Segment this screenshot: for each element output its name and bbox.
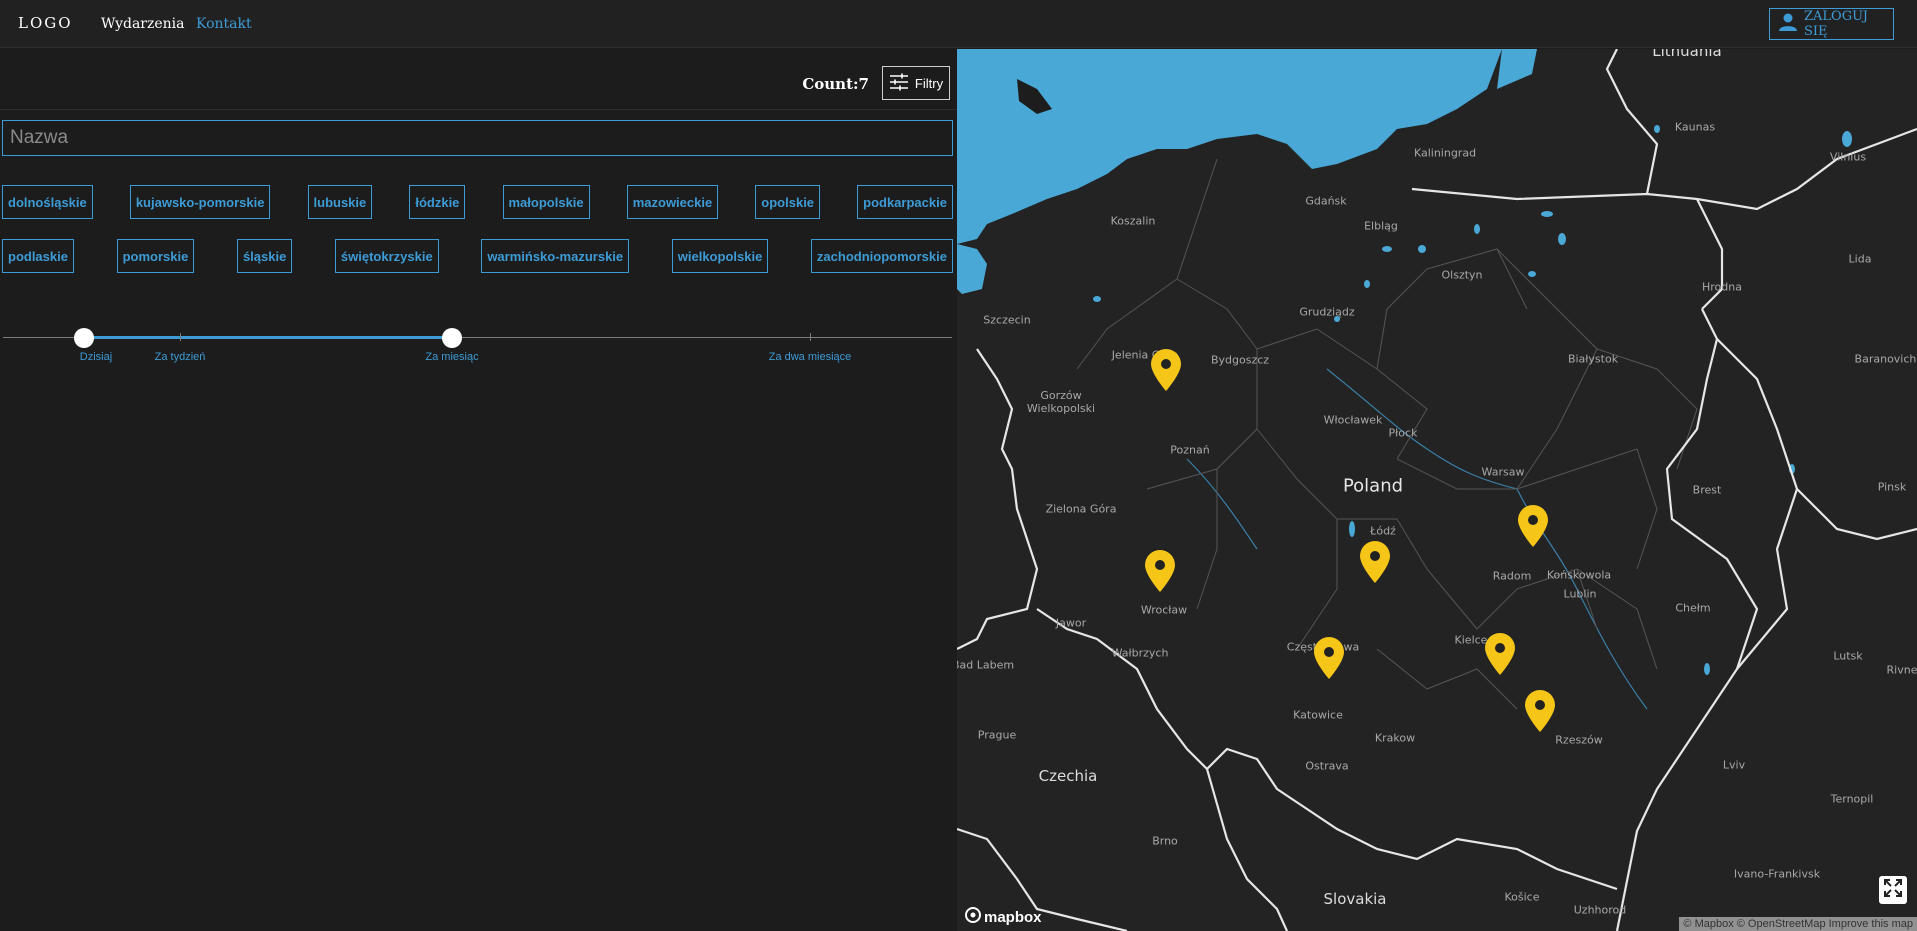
region-chip[interactable]: warmińsko-mazurskie: [481, 239, 630, 273]
nav-link-wydarzenia[interactable]: Wydarzenia: [101, 16, 185, 32]
logo[interactable]: LOGO: [18, 14, 73, 32]
event-marker[interactable]: [1516, 504, 1550, 548]
login-button[interactable]: ZALOGUJ SIĘ: [1769, 8, 1894, 40]
name-search-input[interactable]: [2, 120, 953, 156]
slider-tick: [810, 333, 811, 341]
region-chip[interactable]: kujawsko-pomorskie: [129, 185, 271, 219]
slider-selected-range: [84, 336, 452, 339]
event-marker[interactable]: [1523, 689, 1557, 733]
slider-end-handle[interactable]: [442, 328, 462, 348]
expand-icon: [1883, 878, 1903, 902]
map-attribution[interactable]: © Mapbox © OpenStreetMap Improve this ma…: [1679, 917, 1917, 931]
filters-label: Filtry: [914, 75, 944, 91]
slider-mark-label: Za miesiąc: [425, 351, 479, 363]
map-base: [957, 49, 1917, 931]
region-chip[interactable]: podlaskie: [2, 239, 74, 273]
mapbox-logo[interactable]: mapbox: [965, 907, 1042, 927]
region-filter-row-2: podlaskie pomorskie śląskie świętokrzysk…: [2, 239, 953, 273]
top-navbar: LOGO Wydarzenia Kontakt ZALOGUJ SIĘ: [0, 0, 1917, 48]
region-chip[interactable]: łódzkie: [409, 185, 466, 219]
event-marker[interactable]: [1143, 549, 1177, 593]
login-label: ZALOGUJ SIĘ: [1804, 9, 1868, 39]
sliders-icon: [889, 73, 909, 94]
filters-button[interactable]: Filtry: [882, 66, 950, 100]
event-marker[interactable]: [1149, 348, 1183, 392]
region-chip[interactable]: mazowieckie: [626, 185, 719, 219]
region-chip[interactable]: małopolskie: [502, 185, 590, 219]
region-chip[interactable]: lubuskie: [307, 185, 373, 219]
region-chip[interactable]: wielkopolskie: [671, 239, 769, 273]
events-map[interactable]: Lithuania Poland Czechia Slovakia Kalini…: [957, 49, 1917, 931]
region-chip[interactable]: pomorskie: [116, 239, 195, 273]
nav-link-kontakt[interactable]: Kontakt: [196, 16, 252, 32]
mapbox-logo-text: mapbox: [984, 908, 1042, 926]
slider-start-handle[interactable]: [74, 328, 94, 348]
mapbox-icon: [965, 907, 981, 927]
events-panel: Count:7 Filtry dolnośląskie kujawsko-pom…: [0, 49, 957, 931]
event-marker[interactable]: [1312, 636, 1346, 680]
slider-tick: [180, 333, 181, 341]
region-filter-row-1: dolnośląskie kujawsko-pomorskie lubuskie…: [2, 185, 953, 219]
slider-mark-label: Za tydzień: [154, 351, 206, 363]
slider-mark-label: Dzisiaj: [79, 351, 113, 363]
fullscreen-button[interactable]: [1879, 876, 1907, 904]
results-toolbar: Count:7 Filtry: [0, 59, 957, 110]
region-chip[interactable]: świętokrzyskie: [334, 239, 439, 273]
region-chip[interactable]: opolskie: [755, 185, 821, 219]
user-icon: [1778, 12, 1798, 36]
event-marker[interactable]: [1483, 632, 1517, 676]
region-chip[interactable]: dolnośląskie: [2, 185, 93, 219]
results-count: Count:7: [802, 75, 869, 93]
region-chip[interactable]: podkarpackie: [857, 185, 953, 219]
slider-mark-label: Za dwa miesiące: [768, 351, 852, 363]
region-chip[interactable]: zachodniopomorskie: [810, 239, 953, 273]
event-marker[interactable]: [1358, 540, 1392, 584]
region-chip[interactable]: śląskie: [236, 239, 293, 273]
